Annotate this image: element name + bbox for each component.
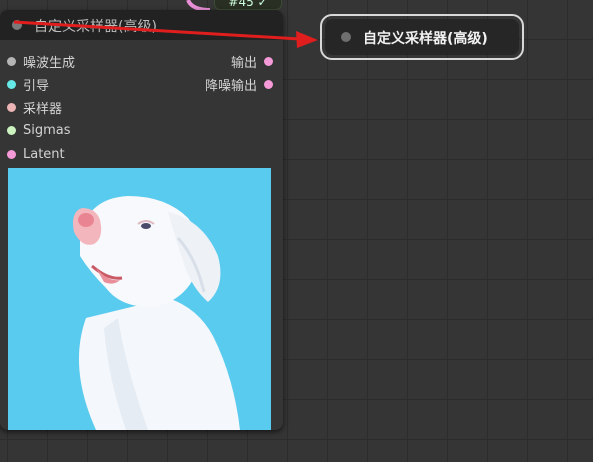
callout-label: 自定义采样器(高级) — [363, 31, 488, 47]
collapse-dot-icon[interactable] — [12, 20, 22, 30]
callout-panel: 自定义采样器(高级) — [325, 19, 519, 55]
callout-dot-icon — [341, 32, 351, 42]
preview-image — [8, 168, 271, 430]
slot-dot-icon[interactable] — [7, 79, 16, 89]
node-title-callout: 自定义采样器(高级) — [320, 14, 524, 60]
input-label: Latent — [23, 146, 65, 162]
slot-dot-icon[interactable] — [264, 56, 273, 66]
input-label: Sigmas — [23, 122, 71, 138]
slot-dot-icon[interactable] — [264, 79, 273, 89]
input-label: 噪波生成 — [23, 55, 76, 71]
input-label: 引导 — [23, 78, 50, 94]
input-label: 采样器 — [23, 101, 63, 117]
output-slot-output[interactable]: 输出 — [230, 52, 273, 71]
slot-dot-icon[interactable] — [7, 125, 16, 135]
output-slot-denoised[interactable]: 降噪输出 — [204, 75, 273, 94]
output-label: 输出 — [230, 55, 257, 71]
top-node-label: #45 ✓ — [228, 0, 268, 9]
input-slot-latent[interactable]: Latent — [7, 145, 65, 163]
slot-dot-icon[interactable] — [7, 102, 16, 112]
input-slot-noise[interactable]: 噪波生成 — [7, 52, 76, 71]
node-header[interactable]: 自定义采样器(高级) — [0, 10, 283, 40]
input-slot-sigmas[interactable]: Sigmas — [7, 121, 71, 139]
top-partial-node[interactable]: #45 ✓ — [214, 0, 282, 10]
input-slot-guider[interactable]: 引导 — [7, 75, 50, 94]
custom-sampler-node[interactable]: 自定义采样器(高级) 噪波生成 引导 采样器 Sigmas Latent 输出 … — [0, 10, 283, 430]
output-label: 降噪输出 — [204, 78, 257, 94]
slot-dot-icon[interactable] — [7, 56, 16, 66]
input-slot-sampler[interactable]: 采样器 — [7, 98, 63, 117]
node-title: 自定义采样器(高级) — [34, 19, 157, 35]
dog-illustration — [8, 168, 271, 430]
slot-dot-icon[interactable] — [7, 149, 16, 159]
